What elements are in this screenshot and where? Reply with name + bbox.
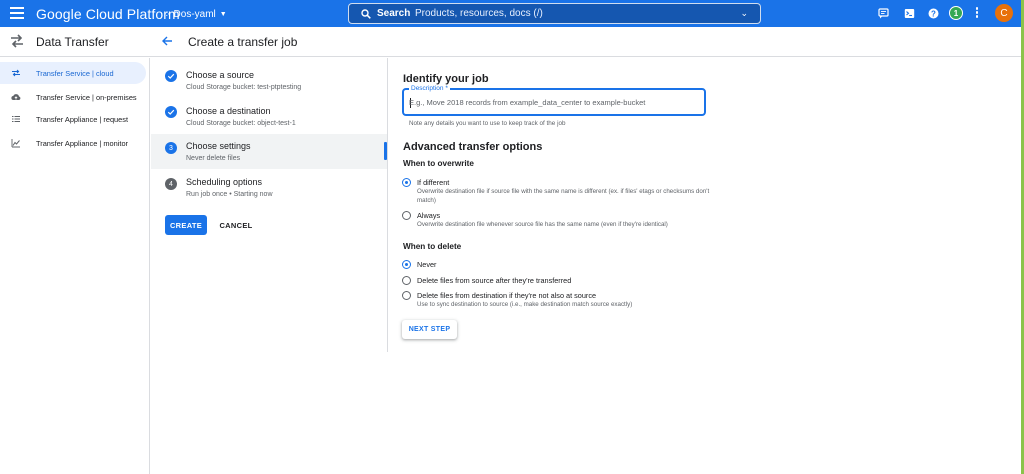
chart-icon [11,139,20,148]
search-bar[interactable]: Search Products, resources, docs (/) ⌄ [348,3,761,24]
next-step-button[interactable]: NEXT STEP [402,320,457,339]
radio-button[interactable] [402,260,411,269]
advanced-heading: Advanced transfer options [403,141,543,153]
step-title: Choose a source [186,70,255,80]
page-title: Create a transfer job [188,35,298,49]
description-label: Description * [409,85,450,92]
radio-description: Overwrite destination file whenever sour… [417,221,668,228]
step-title: Choose a destination [186,106,271,116]
project-name: Dos-yaml [173,8,216,20]
delete-heading: When to delete [403,242,462,251]
data-transfer-icon [11,34,23,48]
radio-label: Always [417,211,441,220]
stepper: Choose a source Cloud Storage bucket: te… [151,58,387,358]
step-number: 4 [165,178,177,190]
project-icon: ⁘ [163,8,171,19]
radio-button[interactable] [402,211,411,220]
description-field[interactable]: Description * [402,85,706,116]
settings-form: Identify your job Description * Note any… [388,58,1021,474]
page-header: Data Transfer Create a transfer job [0,27,1021,57]
cancel-button[interactable]: CANCEL [218,215,254,235]
back-arrow-icon[interactable] [161,35,173,47]
sidebar-item-label: Transfer Appliance | monitor [36,139,129,148]
step-subtitle: Never delete files [186,155,241,162]
radio-button[interactable] [402,276,411,285]
radio-button[interactable] [402,178,411,187]
menu-icon[interactable] [10,7,24,19]
radio-description: Overwrite destination file if source fil… [417,188,710,204]
step-choose-destination[interactable]: Choose a destination Cloud Storage bucke… [151,98,387,132]
step-choose-settings[interactable]: 3 Choose settings Never delete files [151,134,387,169]
cloud-shell-icon[interactable] [904,8,915,19]
search-label: Search [377,8,411,19]
radio-label: Delete files from source after they're t… [417,276,572,285]
notifications-badge[interactable]: 1 [949,6,963,20]
overwrite-heading: When to overwrite [403,159,474,168]
step-title: Choose settings [186,141,251,151]
radio-description: Use to sync destination to source (i.e.,… [417,301,633,308]
sidebar-item-transfer-service-cloud[interactable]: Transfer Service | cloud [0,62,146,84]
step-choose-source[interactable]: Choose a source Cloud Storage bucket: te… [151,62,387,96]
create-button[interactable]: CREATE [165,215,207,235]
sidebar-item-label: Transfer Service | on-premises [36,93,137,102]
step-subtitle: Cloud Storage bucket: test-ptptesting [186,84,302,91]
chevron-down-icon: ▼ [219,10,227,18]
sidebar: Transfer Service | cloud Transfer Servic… [0,58,150,474]
step-title: Scheduling options [186,177,263,187]
step-subtitle: Run job once • Starting now [186,191,273,198]
step-scheduling-options[interactable]: 4 Scheduling options Run job once • Star… [151,171,387,205]
avatar[interactable]: C [995,4,1013,22]
top-bar: Google Cloud Platform ⁘ Dos-yaml ▼ Searc… [0,0,1021,27]
help-icon[interactable]: ? [928,8,939,19]
radio-label: Delete files from destination if they're… [417,291,597,300]
product-name[interactable]: Google Cloud Platform [36,6,180,22]
sidebar-item-transfer-service-on-premises[interactable]: Transfer Service | on-premises [0,86,149,108]
description-input[interactable] [409,98,699,107]
search-placeholder: Products, resources, docs (/) [415,8,543,19]
app-window: Google Cloud Platform ⁘ Dos-yaml ▼ Searc… [0,0,1021,474]
radio-label: Never [417,260,437,269]
step-number: 3 [165,142,177,154]
search-icon [361,9,371,19]
sidebar-item-label: Transfer Service | cloud [36,69,114,78]
more-options-icon[interactable] [975,7,979,19]
sidebar-item-transfer-appliance-monitor[interactable]: Transfer Appliance | monitor [0,132,149,154]
svg-text:?: ? [931,9,936,18]
radio-button[interactable] [402,291,411,300]
sidebar-item-transfer-appliance-request[interactable]: Transfer Appliance | request [0,108,149,130]
step-subtitle: Cloud Storage bucket: object-test-1 [186,120,296,127]
chevron-down-icon[interactable]: ⌄ [740,8,748,19]
swap-icon [12,69,20,77]
list-icon [12,116,20,122]
radio-label: If different [417,178,450,187]
description-hint: Note any details you want to use to keep… [409,120,566,127]
project-picker[interactable]: ⁘ Dos-yaml ▼ [163,6,227,22]
feedback-icon[interactable] [878,8,889,19]
sidebar-item-label: Transfer Appliance | request [36,115,129,124]
cloud-upload-icon [11,94,21,101]
service-title: Data Transfer [36,35,109,49]
check-icon [165,70,177,82]
check-icon [165,106,177,118]
identify-heading: Identify your job [403,73,489,85]
